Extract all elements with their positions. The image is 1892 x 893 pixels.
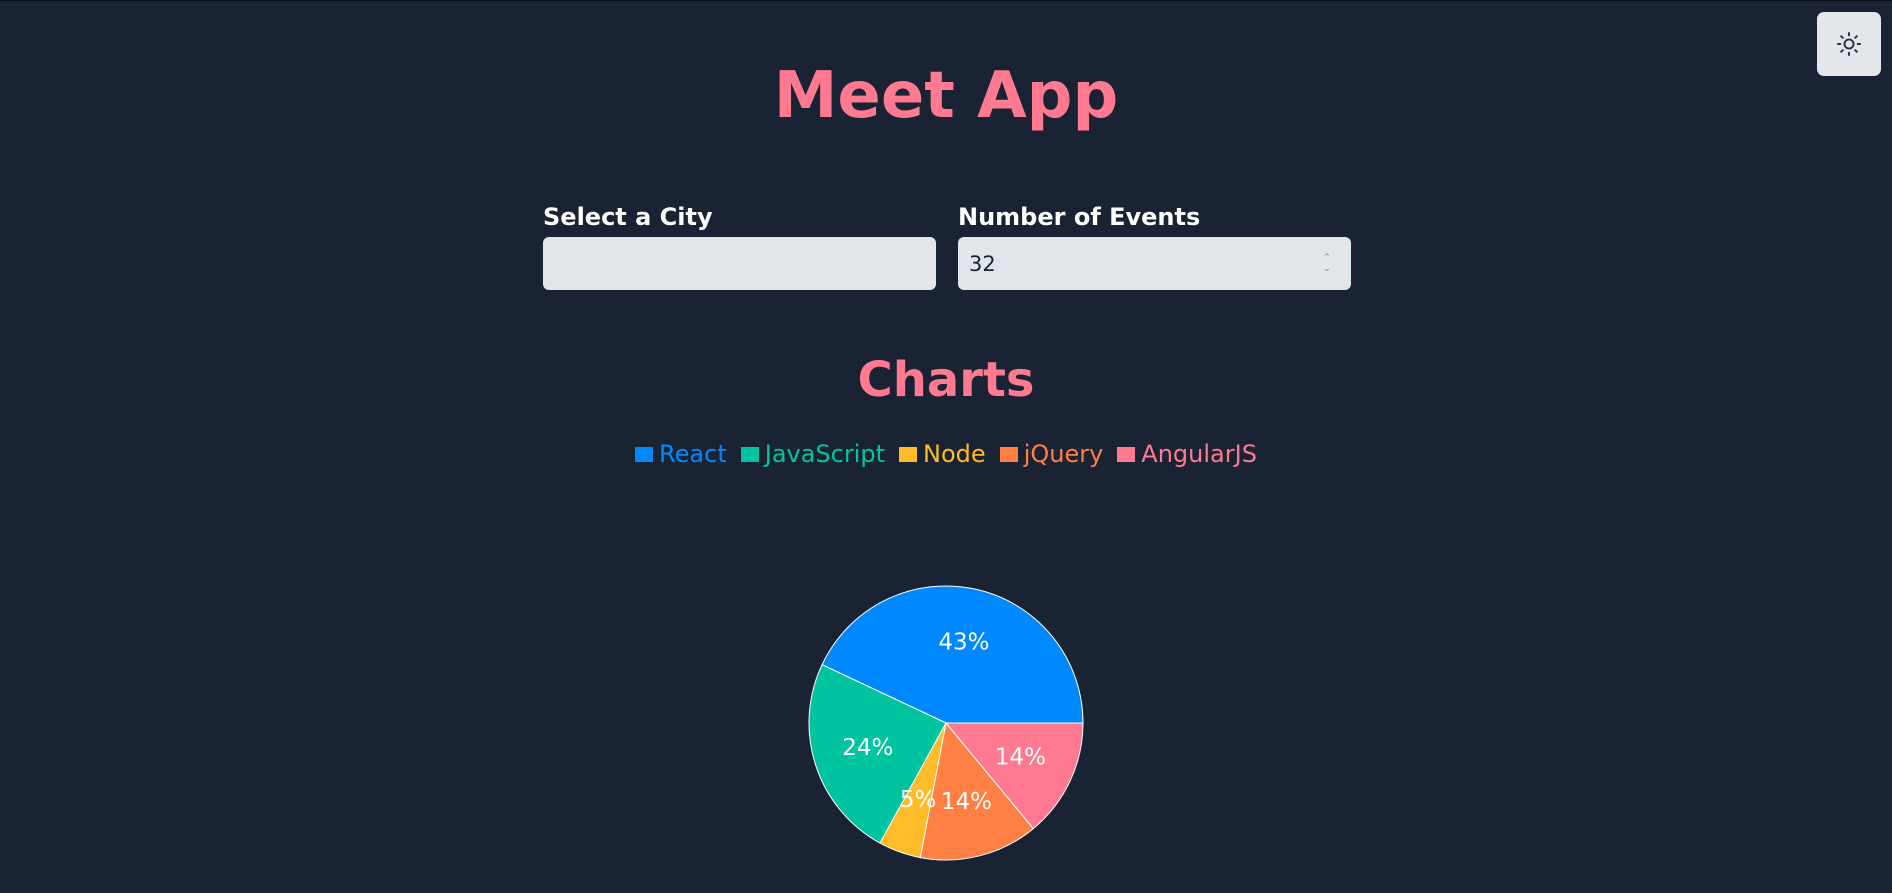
pie-data-label: 5% <box>900 787 937 813</box>
pie-data-label: 14% <box>995 744 1046 770</box>
pie-data-label: 43% <box>938 629 989 655</box>
pie-data-label: 24% <box>842 735 893 761</box>
pie-chart: 43%24%5% 14%14% <box>808 585 1084 861</box>
pie-data-label: 14% <box>941 789 992 815</box>
